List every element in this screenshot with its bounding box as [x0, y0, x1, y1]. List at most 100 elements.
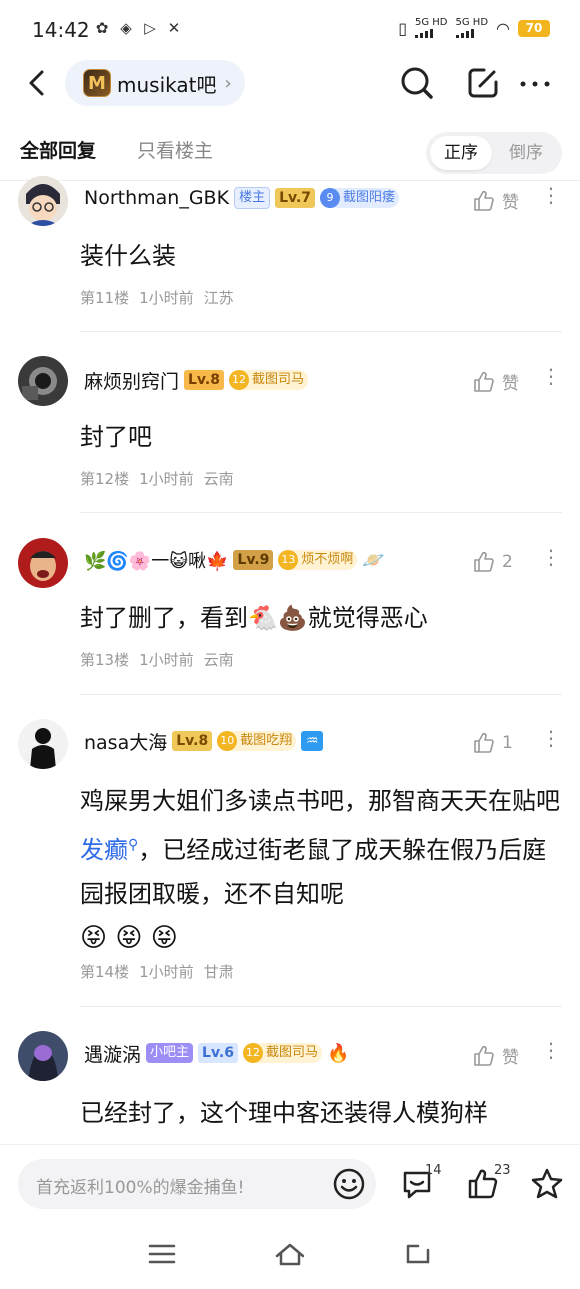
comment-emojis: 😝 😝 😝 [80, 923, 178, 953]
notification-icons: ✿ ◈ ▷ ✕ [93, 19, 183, 37]
net-type-2: 5G HD [455, 17, 489, 28]
comment-more-icon[interactable]: ⋮ [541, 547, 561, 567]
username[interactable]: 🌿🌀🌸一😺啾🍁 [84, 547, 228, 573]
post-time: 1小时前 [139, 963, 194, 981]
search-icon[interactable] [398, 64, 436, 102]
floor-number: 第11楼 [80, 289, 130, 307]
title-badge: 13 烦不烦啊 [278, 550, 358, 570]
like-label: 赞 [502, 374, 519, 394]
like-button[interactable]: 赞 [472, 369, 519, 394]
title-badge-text: 烦不烦啊 [301, 552, 354, 567]
thumbs-up-icon [474, 732, 494, 753]
comment-item: 遇漩涡 小吧主 Lv.6 12 截图司马 🔥 赞 ⋮ 已经封了，这个理中客还装得人… [0, 1007, 580, 1144]
like-button[interactable]: 2 [472, 550, 513, 574]
comment-meta: 第12楼 1小时前 云南 [80, 468, 234, 489]
back-icon[interactable] [402, 1240, 434, 1268]
divider [80, 512, 562, 513]
title-badge-text: 截图吃翔 [240, 733, 293, 748]
user-info: Northman_GBK 楼主 Lv.7 9 截图阳痿 [84, 184, 400, 212]
sort-desc-button[interactable]: 倒序 [498, 136, 554, 170]
runner-app-icon: ✕ [167, 19, 181, 37]
comment-text: 封了删了，看到🐔💩就觉得恶心 [80, 604, 428, 632]
floor-number: 第13楼 [80, 651, 130, 669]
wifi-icon: ◠ [496, 18, 510, 38]
user-info: 遇漩涡 小吧主 Lv.6 12 截图司马 🔥 [84, 1039, 349, 1067]
comment-count: 14 [425, 1163, 442, 1178]
title-badge-number: 9 [320, 188, 341, 208]
level-badge: Lv.9 [233, 550, 274, 570]
avatar[interactable] [18, 176, 68, 226]
tab-op-only[interactable]: 只看楼主 [137, 136, 213, 163]
username[interactable]: 麻烦别窍门 [84, 367, 179, 394]
comment-item: nasa大海 Lv.8 10 截图吃翔 ♒ 1 ⋮ 鸡屎男大姐们多读点书吧，那智商… [0, 695, 580, 1007]
forum-name: musikat吧 [117, 72, 217, 97]
post-time: 1小时前 [139, 470, 194, 488]
signal-2: 5G HD [455, 17, 489, 38]
star-icon[interactable] [530, 1167, 564, 1201]
fire-badge-icon: 🔥 [327, 1042, 350, 1064]
keyword-link[interactable]: 发癫 [80, 836, 128, 864]
like-count: 1 [502, 733, 513, 753]
title-badge-text: 截图司马 [266, 1045, 319, 1060]
comment-text-part: ，已经成过街老鼠了成天躲在假乃后庭园报团取暖，还不自知呢 [80, 836, 547, 908]
vibrate-icon: ▯ [398, 18, 407, 38]
thumbs-up-icon [474, 551, 494, 572]
like-label: 赞 [502, 1048, 519, 1068]
comment-text: 封了吧 [80, 423, 152, 451]
location: 云南 [203, 470, 234, 488]
search-icon: ⚲ [128, 837, 139, 853]
more-icon[interactable] [518, 64, 556, 102]
avatar[interactable] [18, 356, 68, 406]
level-badge: Lv.7 [275, 188, 316, 208]
edit-icon[interactable] [464, 64, 502, 102]
username[interactable]: 遇漩涡 [84, 1040, 141, 1067]
wechat-icon: ✿ [95, 19, 109, 37]
avatar[interactable] [18, 719, 68, 769]
net-type-1: 5G HD [415, 17, 448, 28]
tab-all-replies[interactable]: 全部回复 [20, 136, 96, 163]
system-nav-bar [0, 1222, 580, 1289]
comment-meta: 第14楼 1小时前 甘肃 [80, 961, 234, 982]
comment-more-icon[interactable]: ⋮ [541, 366, 561, 386]
comment-item: Northman_GBK 楼主 Lv.7 9 截图阳痿 赞 ⋮ 装什么装 第11楼… [0, 176, 580, 332]
comment-more-icon[interactable]: ⋮ [541, 1040, 561, 1060]
op-badge: 楼主 [234, 187, 271, 209]
like-button[interactable]: 1 [472, 731, 513, 755]
comment-item: 🌿🌀🌸一😺啾🍁 Lv.9 13 烦不烦啊 🪐 2 ⋮ 封了删了，看到🐔💩就觉得恶心… [0, 514, 580, 695]
like-button[interactable]: 赞 [472, 188, 519, 213]
status-right: ▯ 5G HD 5G HD ◠ 70 [398, 18, 550, 38]
avatar[interactable] [18, 1031, 68, 1081]
title-badge-number: 12 [243, 1043, 263, 1063]
comment-more-icon[interactable]: ⋮ [541, 185, 561, 205]
location: 云南 [203, 651, 234, 669]
moderator-badge: 小吧主 [146, 1043, 194, 1063]
home-icon[interactable] [274, 1240, 306, 1268]
signal-bars-icon [415, 28, 433, 38]
aquarius-icon: ♒ [301, 731, 324, 751]
sort-asc-button[interactable]: 正序 [430, 136, 492, 170]
thumbs-up-icon [474, 371, 494, 392]
comment-text: 装什么装 [80, 242, 176, 270]
comment-meta: 第11楼 1小时前 江苏 [80, 287, 234, 308]
avatar[interactable] [18, 538, 68, 588]
like-label: 赞 [502, 193, 519, 213]
title-badge: 12 截图司马 [243, 1043, 323, 1063]
floor-number: 第12楼 [80, 470, 130, 488]
emoji-icon[interactable] [332, 1167, 366, 1201]
forum-link[interactable]: M musikat吧 › [65, 60, 245, 106]
reply-input[interactable]: 首充返利100%的爆金捕鱼! [18, 1159, 376, 1209]
username[interactable]: Northman_GBK [84, 187, 229, 209]
signal-bars-icon [455, 28, 474, 38]
reply-bar: 首充返利100%的爆金捕鱼! 14 23 [0, 1144, 580, 1222]
chevron-left-icon[interactable] [22, 64, 52, 102]
comment-more-icon[interactable]: ⋮ [541, 728, 561, 748]
comment-text-part: 鸡屎男大姐们多读点书吧，那智商天天在贴吧 [80, 787, 560, 815]
reply-placeholder: 首充返利100%的爆金捕鱼! [36, 1178, 245, 1198]
post-time: 1小时前 [139, 289, 194, 307]
like-button[interactable]: 赞 [472, 1043, 519, 1068]
like-count: 2 [502, 552, 513, 572]
title-badge-number: 10 [217, 731, 238, 751]
username[interactable]: nasa大海 [84, 728, 167, 755]
post-time: 1小时前 [139, 651, 194, 669]
menu-icon[interactable] [146, 1240, 178, 1268]
